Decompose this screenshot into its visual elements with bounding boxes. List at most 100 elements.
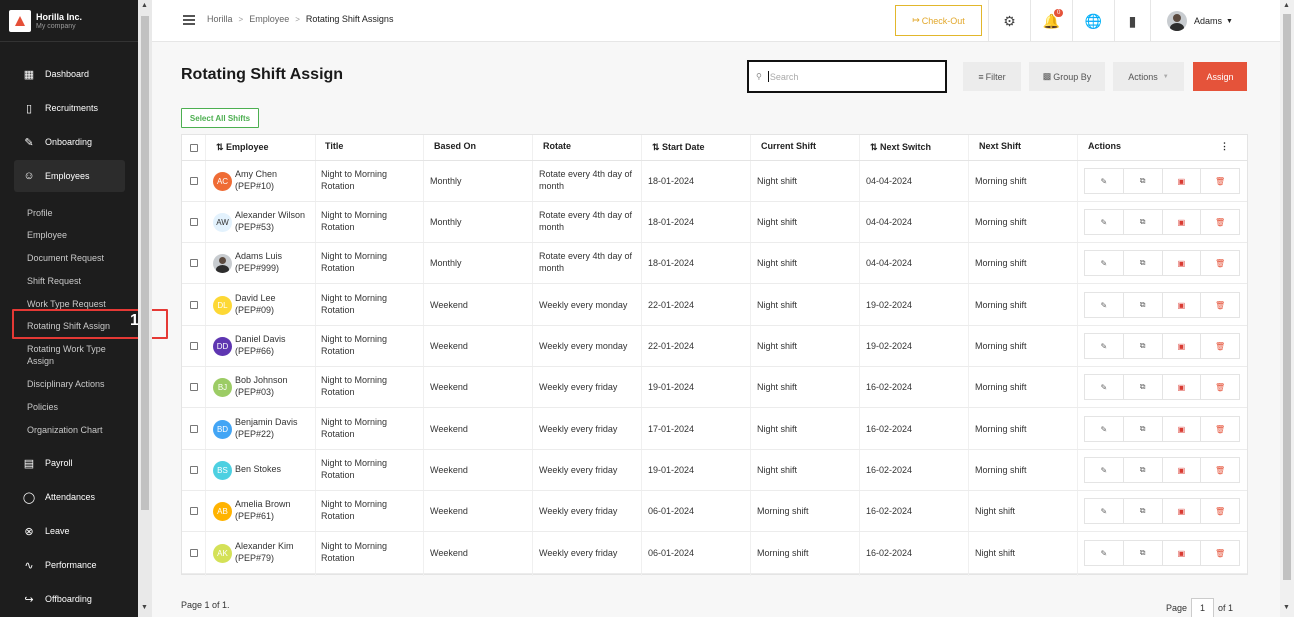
employee-cell[interactable]: Alexander Wilson (PEP#53) [235, 209, 315, 233]
delete-icon[interactable]: 🗑 [1201, 541, 1239, 565]
breadcrumb-item[interactable]: Employee [249, 14, 289, 24]
subnav-profile[interactable]: Profile [27, 207, 132, 219]
check-out-button[interactable]: ↦ Check-Out [895, 5, 982, 36]
scroll-thumb[interactable] [141, 16, 149, 510]
delete-icon[interactable]: 🗑 [1201, 210, 1239, 234]
edit-icon[interactable]: ✎ [1085, 334, 1124, 358]
duplicate-icon[interactable]: ⧉ [1124, 499, 1163, 523]
breadcrumb-item[interactable]: Horilla [207, 14, 233, 24]
page-number-input[interactable]: 1 [1191, 598, 1215, 617]
nav-payroll[interactable]: ▤ Payroll [14, 447, 125, 479]
employee-cell[interactable]: Alexander Kim (PEP#79) [235, 540, 315, 564]
table-row[interactable]: DL David Lee (PEP#09) Night to Morning Rot… [182, 285, 1247, 326]
row-checkbox[interactable] [190, 259, 198, 267]
archive-icon[interactable]: ▣ [1163, 458, 1202, 482]
table-row[interactable]: AK Alexander Kim (PEP#79) Night to Morning… [182, 533, 1247, 574]
notifications-button[interactable]: 🔔 0 [1030, 0, 1072, 42]
edit-icon[interactable]: ✎ [1085, 499, 1124, 523]
filter-button[interactable]: ≡ Filter [963, 62, 1021, 91]
duplicate-icon[interactable]: ⧉ [1124, 334, 1163, 358]
row-checkbox[interactable] [190, 466, 198, 474]
more-options-icon[interactable]: ⋮ [1220, 141, 1229, 152]
table-row[interactable]: BD Benjamin Davis (PEP#22) Night to Mornin… [182, 409, 1247, 450]
search-input[interactable]: ⚲ Search [747, 60, 947, 93]
page-scrollbar[interactable]: ▲ ▼ [1280, 0, 1294, 617]
employee-cell[interactable]: Ben Stokes [235, 463, 315, 475]
subnav-document-request[interactable]: Document Request [27, 252, 132, 264]
archive-icon[interactable]: ▣ [1163, 169, 1202, 193]
duplicate-icon[interactable]: ⧉ [1124, 210, 1163, 234]
delete-icon[interactable]: 🗑 [1201, 293, 1239, 317]
employee-cell[interactable]: David Lee (PEP#09) [235, 292, 315, 316]
duplicate-icon[interactable]: ⧉ [1124, 417, 1163, 441]
delete-icon[interactable]: 🗑 [1201, 375, 1239, 399]
table-row[interactable]: BS Ben Stokes Night to Morning Rotation We… [182, 450, 1247, 491]
edit-icon[interactable]: ✎ [1085, 210, 1124, 234]
nav-employees[interactable]: ☺ Employees [14, 160, 125, 192]
nav-onboarding[interactable]: ✎ Onboarding [14, 126, 125, 158]
archive-icon[interactable]: ▣ [1163, 251, 1202, 275]
page-scroll-thumb[interactable] [1283, 14, 1291, 580]
settings-icon[interactable]: ⚙ [988, 0, 1030, 42]
table-row[interactable]: AB Amelia Brown (PEP#61) Night to Morning … [182, 491, 1247, 532]
delete-icon[interactable]: 🗑 [1201, 334, 1239, 358]
edit-icon[interactable]: ✎ [1085, 541, 1124, 565]
company-switch-icon[interactable]: ▮ [1114, 0, 1150, 42]
nav-attendances[interactable]: ◯ Attendances [14, 481, 125, 513]
subnav-rotating-work-type-assign[interactable]: Rotating Work Type Assign [27, 343, 132, 367]
duplicate-icon[interactable]: ⧉ [1124, 251, 1163, 275]
subnav-organization-chart[interactable]: Organization Chart [27, 424, 132, 436]
archive-icon[interactable]: ▣ [1163, 499, 1202, 523]
employee-cell[interactable]: Benjamin Davis (PEP#22) [235, 416, 315, 440]
page-scroll-down-icon[interactable]: ▼ [1283, 604, 1290, 611]
edit-icon[interactable]: ✎ [1085, 251, 1124, 275]
archive-icon[interactable]: ▣ [1163, 334, 1202, 358]
archive-icon[interactable]: ▣ [1163, 210, 1202, 234]
subnav-employee[interactable]: Employee [27, 229, 132, 241]
duplicate-icon[interactable]: ⧉ [1124, 458, 1163, 482]
scroll-down-icon[interactable]: ▼ [141, 604, 148, 611]
nav-offboarding[interactable]: ↪ Offboarding [14, 583, 125, 615]
edit-icon[interactable]: ✎ [1085, 375, 1124, 399]
brand[interactable]: Horilla Inc. My company [0, 0, 138, 42]
page-scroll-up-icon[interactable]: ▲ [1283, 2, 1290, 9]
select-all-checkbox[interactable] [190, 144, 198, 152]
subnav-shift-request[interactable]: Shift Request [27, 275, 132, 287]
actions-dropdown[interactable]: Actions ▼ [1113, 62, 1184, 91]
user-menu[interactable]: Adams ▼ [1150, 0, 1278, 42]
duplicate-icon[interactable]: ⧉ [1124, 541, 1163, 565]
table-row[interactable]: AW Alexander Wilson (PEP#53) Night to Morn… [182, 202, 1247, 243]
nav-recruitment[interactable]: ▯ Recruitments [14, 92, 125, 124]
col-start-date[interactable]: ⇅ Start Date [652, 142, 705, 153]
archive-icon[interactable]: ▣ [1163, 541, 1202, 565]
employee-cell[interactable]: Bob Johnson (PEP#03) [235, 374, 315, 398]
subnav-policies[interactable]: Policies [27, 401, 132, 413]
edit-icon[interactable]: ✎ [1085, 417, 1124, 441]
row-checkbox[interactable] [190, 301, 198, 309]
delete-icon[interactable]: 🗑 [1201, 169, 1239, 193]
nav-performance[interactable]: ∿ Performance [14, 549, 125, 581]
table-row[interactable]: Adams Luis (PEP#999) Night to Morning Rot… [182, 243, 1247, 284]
archive-icon[interactable]: ▣ [1163, 417, 1202, 441]
employee-cell[interactable]: Amy Chen (PEP#10) [235, 168, 315, 192]
delete-icon[interactable]: 🗑 [1201, 499, 1239, 523]
nav-dashboard[interactable]: ▦ Dashboard [14, 58, 125, 90]
archive-icon[interactable]: ▣ [1163, 375, 1202, 399]
employee-cell[interactable]: Adams Luis (PEP#999) [235, 250, 315, 274]
edit-icon[interactable]: ✎ [1085, 293, 1124, 317]
col-employee[interactable]: ⇅ Employee [216, 142, 269, 153]
edit-icon[interactable]: ✎ [1085, 458, 1124, 482]
select-all-shifts-button[interactable]: Select All Shifts [181, 108, 259, 128]
row-checkbox[interactable] [190, 218, 198, 226]
col-next-switch[interactable]: ⇅ Next Switch [870, 142, 931, 153]
duplicate-icon[interactable]: ⧉ [1124, 375, 1163, 399]
menu-icon[interactable] [183, 15, 195, 25]
nav-leave[interactable]: ⊗ Leave [14, 515, 125, 547]
employee-cell[interactable]: Daniel Davis (PEP#66) [235, 333, 315, 357]
row-checkbox[interactable] [190, 507, 198, 515]
table-row[interactable]: BJ Bob Johnson (PEP#03) Night to Morning R… [182, 367, 1247, 408]
row-checkbox[interactable] [190, 177, 198, 185]
edit-icon[interactable]: ✎ [1085, 169, 1124, 193]
scroll-up-icon[interactable]: ▲ [141, 2, 148, 9]
assign-button[interactable]: Assign [1193, 62, 1247, 91]
